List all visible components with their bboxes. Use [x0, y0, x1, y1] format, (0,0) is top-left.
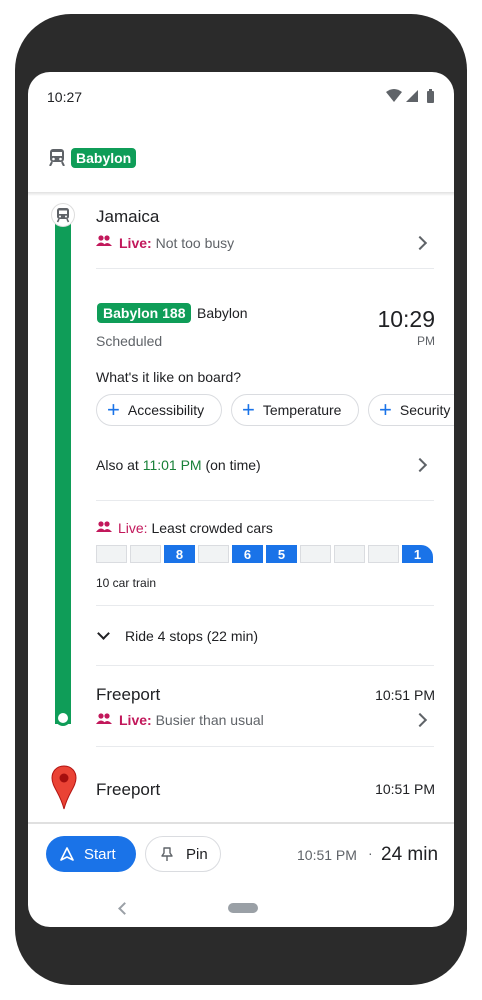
battery-icon [427, 91, 434, 103]
status-time: 10:27 [47, 89, 83, 105]
car-count-caption: 10 car train [96, 576, 157, 590]
navigation-arrow-icon [60, 847, 74, 861]
train-car: 5 [266, 545, 297, 563]
trip-duration: 24 min [381, 844, 439, 865]
divider [96, 268, 434, 269]
map-pin-icon [51, 765, 77, 810]
arrival-time: 10:51 PM [297, 847, 357, 863]
temperature-chip[interactable]: + Temperature [231, 394, 359, 426]
plus-icon: + [107, 397, 120, 422]
pin-icon [161, 846, 173, 861]
route-chip[interactable]: Babylon [71, 148, 137, 168]
train-car [368, 545, 399, 563]
pin-label: Pin [186, 845, 208, 863]
train-chip: Babylon 188 [97, 303, 192, 323]
also-at-prefix: Also at [96, 457, 139, 473]
dest-live: Live: Busier than usual [119, 712, 264, 728]
divider [96, 500, 434, 501]
train-car [300, 545, 331, 563]
final-stop-time: 10:51 PM [375, 781, 435, 797]
chevron-right-icon[interactable] [412, 712, 428, 728]
origin-live-status: Not too busy [155, 235, 235, 251]
departure-ampm: PM [417, 334, 435, 348]
train-car [130, 545, 161, 563]
divider [96, 746, 434, 747]
also-at-row[interactable]: Also at 11:01 PM (on time) [96, 457, 261, 473]
pin-button[interactable]: Pin [145, 836, 221, 872]
screen: 10:27 Babylon Jamaica Live: Not too busy… [28, 72, 454, 927]
train-car: 8 [164, 545, 195, 563]
people-icon [96, 713, 112, 724]
people-icon [96, 521, 112, 532]
final-stop-name[interactable]: Freeport [96, 780, 160, 800]
signal-icon [406, 90, 418, 102]
ride-stops-label[interactable]: Ride 4 stops (22 min) [125, 628, 258, 644]
security-chip[interactable]: + Security [368, 394, 454, 426]
origin-stop-name[interactable]: Jamaica [96, 207, 159, 227]
plus-icon: + [242, 397, 255, 422]
back-icon[interactable] [118, 902, 131, 915]
dest-stop-name[interactable]: Freeport [96, 685, 160, 705]
train-car [334, 545, 365, 563]
train-destination: Babylon [197, 305, 248, 321]
origin-live: Live: Not too busy [119, 235, 234, 251]
accessibility-chip[interactable]: + Accessibility [96, 394, 222, 426]
train-car: 1 [402, 545, 433, 563]
departure-time: 10:29 [377, 306, 435, 332]
dest-stop-time: 10:51 PM [375, 687, 435, 703]
live-label: Live: [119, 712, 152, 728]
divider [96, 665, 434, 666]
people-icon [96, 235, 112, 246]
header-shadow [28, 192, 454, 196]
crowding-text: Least crowded cars [151, 520, 273, 536]
chip-label: Security [399, 402, 451, 418]
chip-label: Temperature [262, 402, 342, 418]
crowding-live: Live: Least crowded cars [118, 520, 273, 536]
wifi-icon [386, 89, 402, 102]
also-at-time: 11:01 PM [142, 457, 202, 473]
start-button[interactable]: Start [46, 836, 136, 872]
chevron-down-icon[interactable] [97, 627, 110, 640]
train-icon [49, 149, 65, 166]
also-at-suffix: (on time) [205, 457, 261, 473]
live-label: Live: [119, 235, 152, 251]
chip-label: Accessibility [127, 402, 205, 418]
dest-live-status: Busier than usual [155, 712, 264, 728]
live-label: Live: [118, 520, 148, 536]
dest-marker [55, 710, 71, 726]
train-car: 6 [232, 545, 263, 563]
start-label: Start [84, 845, 116, 863]
chevron-right-icon[interactable] [412, 235, 428, 251]
schedule-status: Scheduled [96, 333, 163, 349]
plus-icon: + [379, 397, 392, 422]
bottom-bar-divider [28, 822, 454, 824]
onboard-question: What's it like on board? [96, 369, 242, 385]
chevron-right-icon[interactable] [412, 457, 428, 473]
train-icon [56, 208, 70, 223]
route-line [55, 214, 71, 724]
status-icons [386, 89, 434, 103]
divider [96, 605, 434, 606]
origin-marker [51, 203, 75, 227]
separator-dot: · [368, 845, 373, 861]
train-car [96, 545, 127, 563]
train-car [198, 545, 229, 563]
home-pill[interactable] [228, 903, 258, 913]
